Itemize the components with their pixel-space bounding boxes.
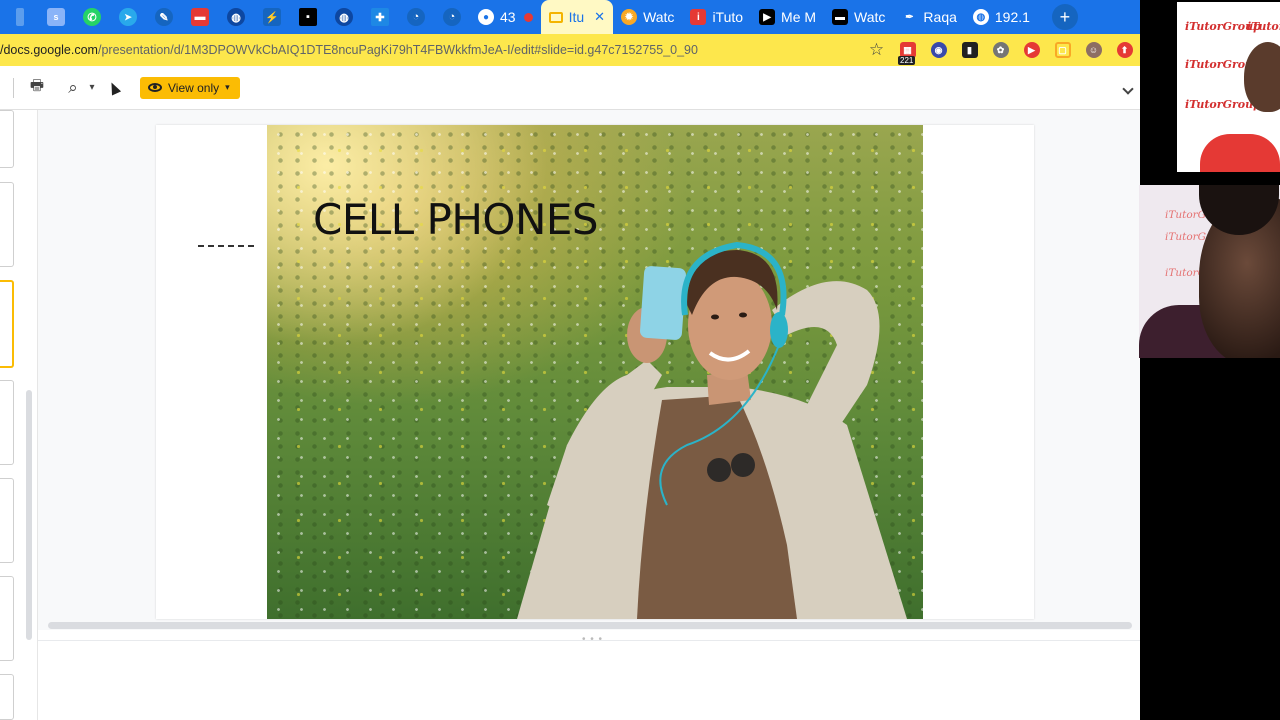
url-path: /presentation/d/1M3DPOWVkCbAIQ1DTE8ncuPa… (97, 43, 698, 57)
tutor-face (1244, 42, 1280, 112)
extension-gear-icon[interactable]: ✿ (985, 34, 1016, 66)
extension-play-icon[interactable]: ▶ (1016, 34, 1047, 66)
tab-favicon-2[interactable]: s (38, 0, 74, 34)
student-video-feed: iTutorGroup iTutorGroup iTutorGroup (1139, 185, 1280, 358)
telegram-tab-icon[interactable]: ➤ (110, 0, 146, 34)
black-square-tab-icon[interactable]: ▪ (290, 0, 326, 34)
address-bar[interactable]: /docs.google.com/presentation/d/1M3DPOWV… (0, 34, 1140, 66)
view-only-button[interactable]: View only ▾ (140, 76, 240, 99)
tab-watch-1-title: Watc (643, 9, 675, 25)
tutor-video-feed: iTutorGroup iTutorGroup iTutorGroup iTut… (1177, 2, 1280, 172)
tab-raqa[interactable]: ✒ Raqa (893, 0, 964, 34)
current-slide: CELL PHONES (156, 125, 1034, 619)
new-tab-button[interactable]: + (1051, 4, 1078, 30)
tab-itutor[interactable]: i iTuto (682, 0, 751, 34)
tab-me[interactable]: ▶ Me M (751, 0, 824, 34)
tab-watch-1[interactable]: ✹ Watc (613, 0, 682, 34)
tab-raqa-title: Raqa (923, 9, 957, 25)
slide-dash-decoration (198, 245, 254, 247)
recording-dot-icon (523, 12, 533, 22)
filmstrip-scrollbar[interactable] (26, 390, 32, 640)
bookmark-star-icon[interactable]: ☆ (861, 34, 892, 66)
pen-icon: ✒ (905, 11, 914, 23)
play-icon: ▶ (759, 9, 776, 25)
lightning-tab-icon[interactable]: ⚡ (254, 0, 290, 34)
tab-favicon-1[interactable] (2, 0, 38, 34)
url-text[interactable]: /docs.google.com/presentation/d/1M3DPOWV… (0, 43, 698, 57)
canvas-horizontal-scrollbar[interactable] (48, 622, 1132, 629)
url-host: /docs.google.com (0, 43, 98, 57)
globe-tab-icon[interactable]: ◍ (218, 0, 254, 34)
view-only-caret-icon: ▾ (225, 82, 230, 92)
profile-avatar[interactable]: ☺ (1078, 34, 1109, 66)
slide-thumbnail[interactable] (0, 110, 14, 168)
tab-active-title: Itu (568, 9, 585, 25)
tab-active-slides[interactable]: Itu ✕ (540, 0, 614, 34)
close-tab-icon[interactable]: ✕ (594, 9, 605, 25)
slides-toolbar: 🖶 ⌕ ▾ View only ▾ (0, 66, 1140, 110)
tab-meeting-count: 43 (500, 9, 516, 25)
slide-thumbnail-active[interactable] (0, 280, 14, 368)
slide-thumbnail[interactable] (0, 674, 14, 720)
speed-tab-icon[interactable]: ◔ (398, 0, 434, 34)
tab-strip: s ✆ ➤ ✎ ▬ ◍ ⚡ ▪ ◍ ✚ ◔ ◔ ● 43 Itu ✕ ✹ Wat… (0, 0, 1140, 34)
globe-icon: ◍ (972, 9, 989, 25)
print-icon[interactable]: 🖶 (22, 74, 52, 102)
extension-badge: 221 (898, 56, 916, 65)
extension-square-icon[interactable]: ▢ (1047, 34, 1078, 66)
slide-title: CELL PHONES (313, 195, 599, 244)
collapse-toolbar-chevron-icon[interactable] (1122, 80, 1134, 96)
slide-filmstrip (0, 110, 38, 720)
calendar-extension-icon[interactable]: ▦ 221 (892, 34, 923, 66)
tab-watch-2[interactable]: ▬ Watc (824, 0, 893, 34)
tab-meeting[interactable]: ● 43 (470, 0, 541, 34)
cursor-icon (106, 79, 122, 96)
pointer-icon[interactable] (102, 74, 126, 102)
speaker-notes-panel[interactable] (38, 641, 1140, 720)
tab-ip[interactable]: ◍ 192.1 (965, 0, 1038, 34)
edit-tab-icon[interactable]: ✎ (146, 0, 182, 34)
slide-thumbnail[interactable] (0, 380, 14, 465)
slide-thumbnail[interactable] (0, 576, 14, 661)
watermark-text: iTutorGroup (1247, 20, 1280, 33)
slide-photo: CELL PHONES (267, 125, 923, 619)
extension-dark-icon[interactable]: ▮ (954, 34, 985, 66)
zoom-icon[interactable]: ⌕ (60, 74, 86, 102)
extension-blue-icon[interactable]: ◉ (923, 34, 954, 66)
browser-window: s ✆ ➤ ✎ ▬ ◍ ⚡ ▪ ◍ ✚ ◔ ◔ ● 43 Itu ✕ ✹ Wat… (0, 0, 1140, 720)
globe-2-tab-icon[interactable]: ◍ (326, 0, 362, 34)
tab-ip-title: 192.1 (994, 9, 1030, 25)
cloud-tab-icon[interactable]: ▬ (182, 0, 218, 34)
grid-tab-icon[interactable]: ✚ (362, 0, 398, 34)
update-icon[interactable]: ⬆ (1109, 34, 1140, 66)
whatsapp-tab-icon[interactable]: ✆ (74, 0, 110, 34)
slides-icon (548, 11, 563, 23)
slide-thumbnail[interactable] (0, 478, 14, 563)
square-icon: ▬ (832, 9, 849, 25)
toolbar-left-edge (0, 77, 14, 98)
tab-watch-2-title: Watc (854, 9, 886, 25)
extensions-area: ☆ ▦ 221 ◉ ▮ ✿ ▶ ▢ ☺ ⬆ (861, 34, 1140, 66)
view-only-label: View only (168, 80, 220, 95)
tab-itutor-title: iTuto (712, 9, 744, 25)
speed-2-tab-icon[interactable]: ◔ (434, 0, 470, 34)
i-icon: i (690, 9, 707, 25)
slide-thumbnail[interactable] (0, 182, 14, 267)
meeting-icon: ● (478, 9, 494, 25)
screen: s ✆ ➤ ✎ ▬ ◍ ⚡ ▪ ◍ ✚ ◔ ◔ ● 43 Itu ✕ ✹ Wat… (0, 0, 1280, 720)
eye-icon (148, 83, 162, 92)
slide-canvas: CELL PHONES (38, 110, 1140, 630)
gear-icon: ✹ (621, 9, 638, 25)
tab-me-title: Me M (781, 9, 817, 25)
zoom-caret-icon[interactable]: ▾ (86, 74, 98, 102)
tutor-shirt (1200, 134, 1280, 172)
